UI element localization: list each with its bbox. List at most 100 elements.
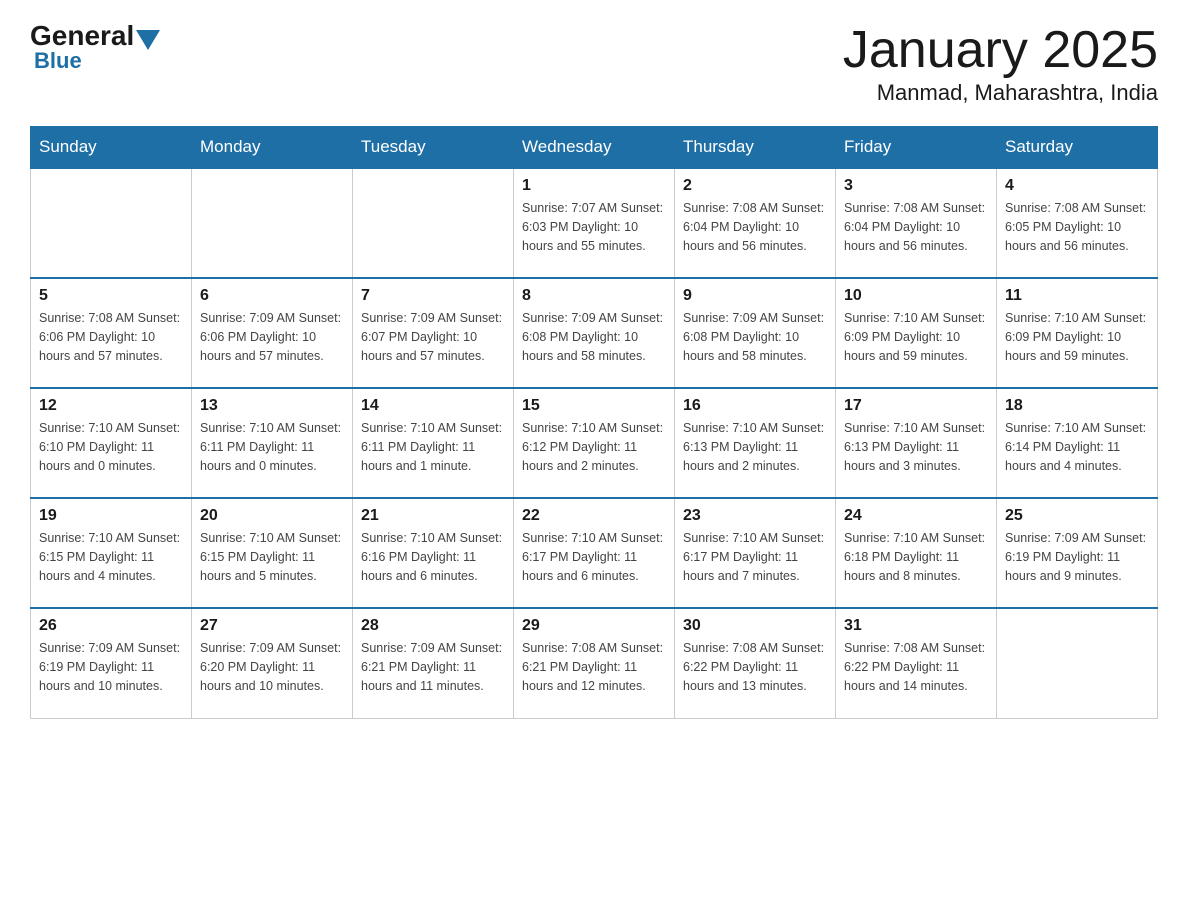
calendar-cell: 29 Sunrise: 7:08 AM Sunset: 6:21 PM Dayli… [514, 608, 675, 718]
calendar-cell: 28Sunrise: 7:09 AM Sunset: 6:21 PM Dayli… [353, 608, 514, 718]
calendar-day-header: Thursday [675, 127, 836, 169]
calendar-cell: 5 Sunrise: 7:08 AM Sunset: 6:06 PM Daylig… [31, 278, 192, 388]
day-info: Sunrise: 7:10 AM Sunset: 6:11 PM Dayligh… [361, 419, 505, 475]
day-number: 8 [522, 287, 666, 305]
day-info: Sunrise: 7:10 AM Sunset: 6:14 PM Dayligh… [1005, 419, 1149, 475]
day-info: Sunrise: 7:08 AM Sunset: 6:22 PM Dayligh… [844, 639, 988, 695]
day-number: 18 [1005, 397, 1149, 415]
day-number: 14 [361, 397, 505, 415]
day-number: 19 [39, 507, 183, 525]
day-number: 5 [39, 287, 183, 305]
day-number: 11 [1005, 287, 1149, 305]
calendar-cell: 30Sunrise: 7:08 AM Sunset: 6:22 PM Dayli… [675, 608, 836, 718]
calendar-cell: 8 Sunrise: 7:09 AM Sunset: 6:08 PM Daylig… [514, 278, 675, 388]
day-number: 29 [522, 617, 666, 635]
calendar-header-row: SundayMondayTuesdayWednesdayThursdayFrid… [31, 127, 1158, 169]
calendar-cell [31, 168, 192, 278]
calendar-cell: 15 Sunrise: 7:10 AM Sunset: 6:12 PM Dayli… [514, 388, 675, 498]
calendar-cell: 25Sunrise: 7:09 AM Sunset: 6:19 PM Dayli… [997, 498, 1158, 608]
calendar-cell [353, 168, 514, 278]
calendar-cell: 13 Sunrise: 7:10 AM Sunset: 6:11 PM Dayli… [192, 388, 353, 498]
day-info: Sunrise: 7:08 AM Sunset: 6:22 PM Dayligh… [683, 639, 827, 695]
day-info: Sunrise: 7:09 AM Sunset: 6:21 PM Dayligh… [361, 639, 505, 695]
day-info: Sunrise: 7:09 AM Sunset: 6:08 PM Dayligh… [522, 309, 666, 365]
day-info: Sunrise: 7:10 AM Sunset: 6:17 PM Dayligh… [683, 529, 827, 585]
calendar-cell: 6Sunrise: 7:09 AM Sunset: 6:06 PM Daylig… [192, 278, 353, 388]
day-info: Sunrise: 7:10 AM Sunset: 6:09 PM Dayligh… [844, 309, 988, 365]
calendar-week-row: 26 Sunrise: 7:09 AM Sunset: 6:19 PM Dayli… [31, 608, 1158, 718]
calendar-day-header: Friday [836, 127, 997, 169]
day-number: 15 [522, 397, 666, 415]
day-info: Sunrise: 7:09 AM Sunset: 6:06 PM Dayligh… [200, 309, 344, 365]
day-info: Sunrise: 7:10 AM Sunset: 6:18 PM Dayligh… [844, 529, 988, 585]
calendar-cell: 10Sunrise: 7:10 AM Sunset: 6:09 PM Dayli… [836, 278, 997, 388]
calendar-day-header: Saturday [997, 127, 1158, 169]
day-info: Sunrise: 7:10 AM Sunset: 6:09 PM Dayligh… [1005, 309, 1149, 365]
day-number: 24 [844, 507, 988, 525]
calendar-cell [192, 168, 353, 278]
day-info: Sunrise: 7:10 AM Sunset: 6:11 PM Dayligh… [200, 419, 344, 475]
day-info: Sunrise: 7:09 AM Sunset: 6:08 PM Dayligh… [683, 309, 827, 365]
calendar-cell: 7Sunrise: 7:09 AM Sunset: 6:07 PM Daylig… [353, 278, 514, 388]
calendar-cell: 16 Sunrise: 7:10 AM Sunset: 6:13 PM Dayli… [675, 388, 836, 498]
calendar-week-row: 5 Sunrise: 7:08 AM Sunset: 6:06 PM Daylig… [31, 278, 1158, 388]
day-info: Sunrise: 7:08 AM Sunset: 6:21 PM Dayligh… [522, 639, 666, 695]
day-number: 23 [683, 507, 827, 525]
calendar-cell: 23 Sunrise: 7:10 AM Sunset: 6:17 PM Dayli… [675, 498, 836, 608]
calendar-cell: 2 Sunrise: 7:08 AM Sunset: 6:04 PM Daylig… [675, 168, 836, 278]
calendar-cell: 12Sunrise: 7:10 AM Sunset: 6:10 PM Dayli… [31, 388, 192, 498]
location-subtitle: Manmad, Maharashtra, India [843, 80, 1158, 106]
calendar-cell: 18 Sunrise: 7:10 AM Sunset: 6:14 PM Dayli… [997, 388, 1158, 498]
calendar-table: SundayMondayTuesdayWednesdayThursdayFrid… [30, 126, 1158, 719]
day-info: Sunrise: 7:09 AM Sunset: 6:19 PM Dayligh… [39, 639, 183, 695]
day-info: Sunrise: 7:08 AM Sunset: 6:04 PM Dayligh… [683, 199, 827, 255]
day-number: 21 [361, 507, 505, 525]
calendar-day-header: Monday [192, 127, 353, 169]
calendar-cell: 14 Sunrise: 7:10 AM Sunset: 6:11 PM Dayli… [353, 388, 514, 498]
day-number: 4 [1005, 177, 1149, 195]
calendar-cell: 3 Sunrise: 7:08 AM Sunset: 6:04 PM Daylig… [836, 168, 997, 278]
title-section: January 2025 Manmad, Maharashtra, India [843, 20, 1158, 106]
calendar-cell [997, 608, 1158, 718]
calendar-cell: 9Sunrise: 7:09 AM Sunset: 6:08 PM Daylig… [675, 278, 836, 388]
calendar-cell: 19 Sunrise: 7:10 AM Sunset: 6:15 PM Dayli… [31, 498, 192, 608]
day-number: 25 [1005, 507, 1149, 525]
day-number: 16 [683, 397, 827, 415]
day-info: Sunrise: 7:10 AM Sunset: 6:12 PM Dayligh… [522, 419, 666, 475]
logo: General Blue [30, 20, 162, 74]
day-number: 3 [844, 177, 988, 195]
day-info: Sunrise: 7:08 AM Sunset: 6:06 PM Dayligh… [39, 309, 183, 365]
calendar-day-header: Sunday [31, 127, 192, 169]
day-info: Sunrise: 7:08 AM Sunset: 6:05 PM Dayligh… [1005, 199, 1149, 255]
calendar-cell: 26 Sunrise: 7:09 AM Sunset: 6:19 PM Dayli… [31, 608, 192, 718]
page-title: January 2025 [843, 20, 1158, 80]
logo-arrow-icon [136, 30, 160, 50]
calendar-cell: 4 Sunrise: 7:08 AM Sunset: 6:05 PM Daylig… [997, 168, 1158, 278]
calendar-week-row: 19 Sunrise: 7:10 AM Sunset: 6:15 PM Dayli… [31, 498, 1158, 608]
day-info: Sunrise: 7:08 AM Sunset: 6:04 PM Dayligh… [844, 199, 988, 255]
day-info: Sunrise: 7:10 AM Sunset: 6:15 PM Dayligh… [200, 529, 344, 585]
day-info: Sunrise: 7:10 AM Sunset: 6:15 PM Dayligh… [39, 529, 183, 585]
day-number: 20 [200, 507, 344, 525]
calendar-day-header: Wednesday [514, 127, 675, 169]
day-number: 12 [39, 397, 183, 415]
day-number: 31 [844, 617, 988, 635]
day-info: Sunrise: 7:10 AM Sunset: 6:16 PM Dayligh… [361, 529, 505, 585]
calendar-cell: 21 Sunrise: 7:10 AM Sunset: 6:16 PM Dayli… [353, 498, 514, 608]
calendar-day-header: Tuesday [353, 127, 514, 169]
calendar-cell: 22 Sunrise: 7:10 AM Sunset: 6:17 PM Dayli… [514, 498, 675, 608]
calendar-cell: 11 Sunrise: 7:10 AM Sunset: 6:09 PM Dayli… [997, 278, 1158, 388]
day-number: 26 [39, 617, 183, 635]
day-number: 22 [522, 507, 666, 525]
calendar-cell: 1Sunrise: 7:07 AM Sunset: 6:03 PM Daylig… [514, 168, 675, 278]
day-info: Sunrise: 7:10 AM Sunset: 6:13 PM Dayligh… [683, 419, 827, 475]
calendar-week-row: 1Sunrise: 7:07 AM Sunset: 6:03 PM Daylig… [31, 168, 1158, 278]
calendar-cell: 24 Sunrise: 7:10 AM Sunset: 6:18 PM Dayli… [836, 498, 997, 608]
day-info: Sunrise: 7:10 AM Sunset: 6:17 PM Dayligh… [522, 529, 666, 585]
calendar-week-row: 12Sunrise: 7:10 AM Sunset: 6:10 PM Dayli… [31, 388, 1158, 498]
day-number: 2 [683, 177, 827, 195]
day-number: 13 [200, 397, 344, 415]
day-info: Sunrise: 7:07 AM Sunset: 6:03 PM Dayligh… [522, 199, 666, 255]
calendar-cell: 27Sunrise: 7:09 AM Sunset: 6:20 PM Dayli… [192, 608, 353, 718]
day-number: 7 [361, 287, 505, 305]
